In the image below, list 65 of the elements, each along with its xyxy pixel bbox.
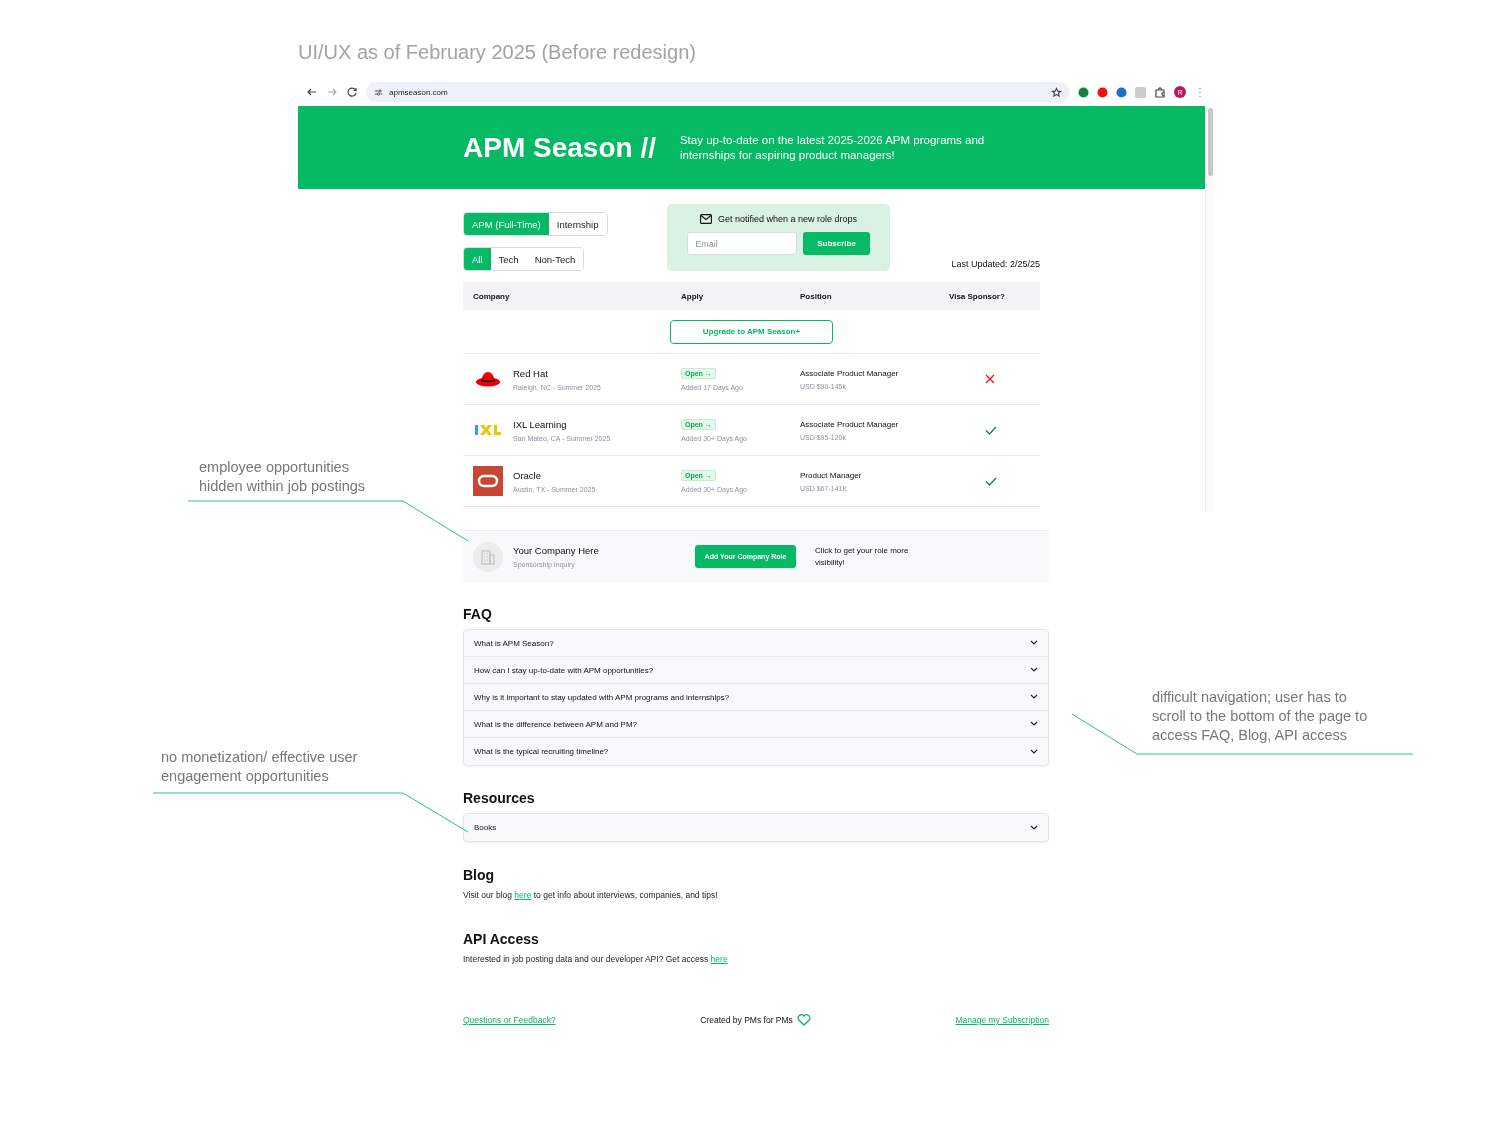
puzzle-icon[interactable]	[1154, 86, 1166, 98]
building-icon	[481, 548, 495, 565]
chevron-down-icon	[1030, 721, 1038, 727]
company-name: Oracle	[513, 469, 541, 481]
upgrade-button[interactable]: Upgrade to APM Season+	[670, 319, 833, 344]
slide-title: UI/UX as of February 2025 (Before redesign)	[298, 40, 697, 65]
annotation-text: no monetization/ effective user engagement opportunities	[161, 748, 358, 786]
api-link[interactable]: here	[710, 954, 728, 964]
last-updated: Last Updated: 2/25/25	[951, 259, 1040, 269]
logo-icon	[475, 424, 501, 436]
company-name: Red Hat	[513, 367, 548, 379]
position-title: Associate Product Manager	[800, 368, 899, 378]
oracle-logo-icon	[473, 466, 503, 496]
subscription-link[interactable]: Manage my Subscription	[955, 1015, 1049, 1025]
position-title: Product Manager	[800, 470, 862, 480]
tagline: Stay up-to-date on the latest 2025-2026 APM programs and internships for aspiring product managers!	[679, 132, 986, 163]
section-title: API Access	[463, 931, 540, 947]
extension-icon[interactable]	[1116, 86, 1127, 98]
subscribe-button[interactable]: Subscribe	[803, 232, 870, 255]
position-title: Associate Product Manager	[800, 419, 899, 429]
annotation-text: difficult navigation; user has to scroll to the bottom of the page to access FAQ, Blog, API access	[1152, 688, 1368, 745]
section-title: Resources	[463, 790, 536, 806]
faq-item[interactable]: Why is it important to stay updated with APM programs and internships?	[464, 684, 1048, 711]
chevron-down-icon	[1030, 694, 1038, 700]
notify-text: Get notified when a new role drops	[717, 214, 858, 224]
scrollbar[interactable]	[1205, 106, 1214, 512]
company-name: Your Company Here	[513, 545, 599, 556]
filter-tab[interactable]: APM (Full-Time)	[464, 213, 549, 235]
reload-icon[interactable]	[346, 86, 358, 98]
column-header: Position	[800, 291, 833, 301]
feedback-link[interactable]: Questions or Feedback?	[463, 1015, 556, 1025]
hat-logo-icon	[475, 370, 501, 388]
blog-link[interactable]: here	[514, 890, 532, 900]
faq-item[interactable]: What is the typical recruiting timeline?	[464, 738, 1048, 765]
address-bar[interactable]: apmseason.com	[366, 82, 1070, 102]
section-title: Blog	[463, 867, 496, 883]
resource-item[interactable]: Books	[464, 814, 1048, 841]
heart-icon	[796, 1014, 811, 1026]
column-header: Apply	[681, 291, 705, 301]
extension-icon[interactable]	[1078, 86, 1089, 98]
faq-item[interactable]: What is APM Season?	[464, 630, 1048, 657]
sponsor-note: Click to get your role more visibility!	[815, 544, 910, 569]
column-header: Company	[473, 291, 511, 301]
chevron-down-icon	[1030, 667, 1038, 673]
back-icon[interactable]	[306, 86, 318, 98]
extension-icon[interactable]	[1097, 86, 1108, 98]
site-settings-icon[interactable]	[374, 87, 383, 97]
column-header: Visa Sponsor?	[949, 291, 1006, 301]
chevron-down-icon	[1030, 748, 1038, 755]
annotation-text: employee opportunities hidden within job postings	[199, 458, 366, 496]
faq-item[interactable]: What is the difference between APM and PM?	[464, 711, 1048, 738]
star-icon[interactable]	[1051, 86, 1062, 98]
filter-tab[interactable]: All	[464, 248, 491, 270]
chevron-down-icon	[1030, 640, 1038, 646]
site-logo[interactable]: APM Season //	[463, 131, 656, 164]
credit-text: Created by PMs for PMs	[700, 1015, 793, 1025]
chevron-down-icon	[1030, 824, 1038, 831]
email-field[interactable]: Email	[687, 232, 798, 255]
url-text: apmseason.com	[389, 87, 449, 97]
mail-icon	[699, 214, 712, 224]
company-name: IXL Learning	[513, 418, 567, 430]
blog-text: Visit our blog here to get info about interviews, companies, and tips!	[463, 890, 719, 900]
faq-item[interactable]: How can I stay up-to-date with APM opportunities?	[464, 657, 1048, 684]
api-text: Interested in job posting data and our developer API? Get access here	[463, 954, 729, 964]
section-title: FAQ	[463, 606, 493, 622]
